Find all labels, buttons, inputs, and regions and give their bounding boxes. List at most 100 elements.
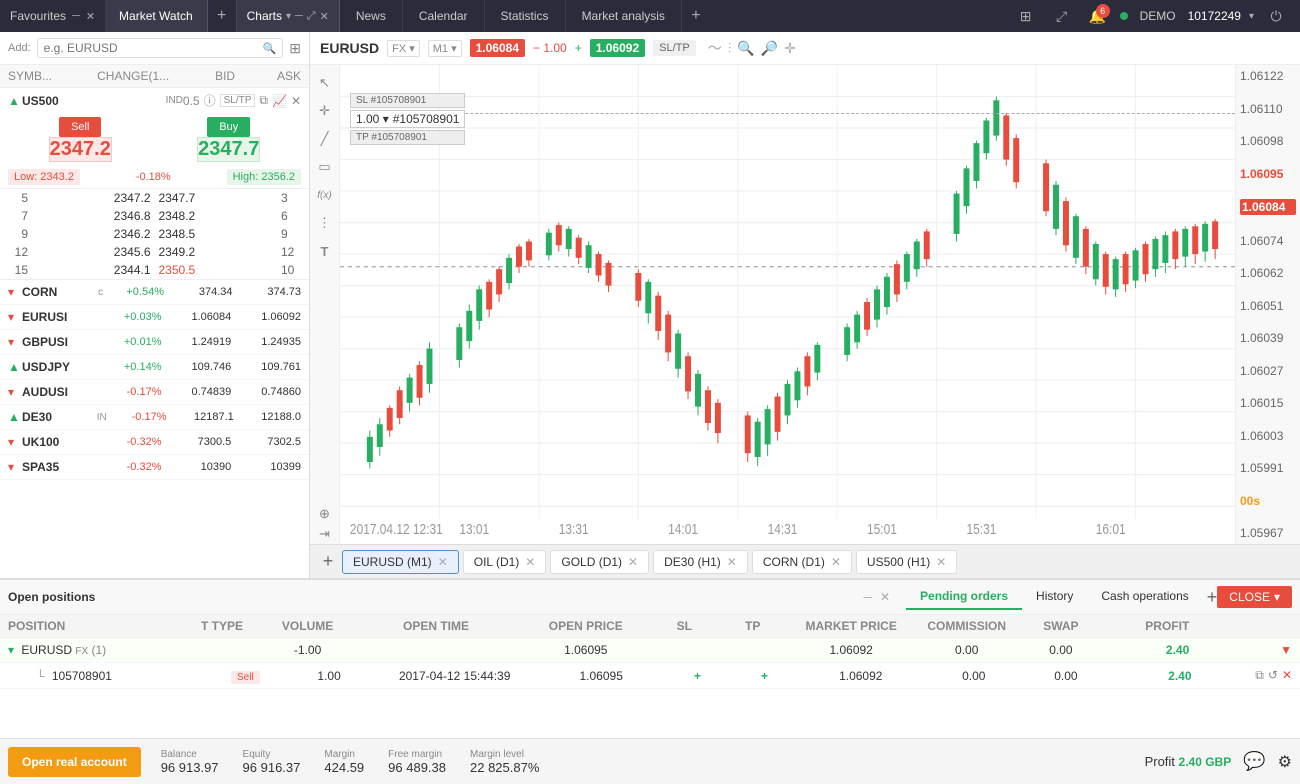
power-icon[interactable]: ⏻	[1262, 2, 1290, 30]
bottom-tab-cash[interactable]: Cash operations	[1087, 584, 1202, 610]
svg-text:16:01: 16:01	[1096, 521, 1126, 538]
rectangle-tool[interactable]: ▭	[315, 157, 335, 177]
chart-zoom-in-icon[interactable]: 🔎	[761, 40, 778, 57]
price-label-7: 1.06051	[1240, 299, 1296, 313]
add-tab-icon[interactable]: +	[1207, 587, 1218, 608]
us500-buy-button[interactable]: Buy	[207, 117, 250, 137]
add-tab-button[interactable]: +	[682, 0, 710, 32]
settings-icon[interactable]: ⚙	[1278, 752, 1292, 772]
svg-text:14:01: 14:01	[668, 521, 698, 538]
crosshair-tool[interactable]: ✛	[315, 101, 335, 121]
favourites-tab[interactable]: Favourites ─ ✕	[0, 0, 105, 32]
refresh-order-icon[interactable]: ↺	[1268, 668, 1278, 683]
chart-sl-tp-badge[interactable]: SL/TP	[653, 40, 696, 56]
grid-view-icon[interactable]: ⊞	[289, 40, 301, 57]
symbol-row-corn[interactable]: ▾ CORN c +0.54% 374.34 374.73	[0, 280, 309, 305]
us500-copy-icon[interactable]: ⧉	[259, 93, 268, 108]
eurusd-ask: 1.06092	[231, 311, 301, 323]
chat-icon[interactable]: 💬	[1243, 751, 1265, 772]
share-icon[interactable]: ⇥	[315, 524, 335, 544]
text-tool[interactable]: T	[315, 241, 335, 261]
tab-market-analysis[interactable]: Market analysis	[566, 0, 682, 32]
col-market-price: MARKET PRICE	[787, 619, 915, 633]
close-oil-tab[interactable]: ✕	[525, 555, 535, 569]
close-corn-tab[interactable]: ✕	[831, 555, 841, 569]
symbol-row-uk100[interactable]: ▾ UK100 -0.32% 7300.5 7302.5	[0, 430, 309, 455]
position-row-eurusd-parent[interactable]: ▾ EURUSD FX (1) -1.00 1.06095 1.06092 0.…	[0, 638, 1300, 663]
market-watch-tab[interactable]: Market Watch	[105, 0, 208, 32]
chart-indicator-icon[interactable]: ⫶	[728, 40, 732, 57]
bottom-tab-history[interactable]: History	[1022, 584, 1087, 610]
notifications-button[interactable]: 🔔 6	[1084, 2, 1112, 30]
chart-timeframe[interactable]: M1 ▾	[428, 40, 462, 57]
close-position-button[interactable]: CLOSE ▾	[1217, 586, 1292, 608]
tab-calendar[interactable]: Calendar	[403, 0, 485, 32]
label-tool[interactable]: f(x)	[315, 185, 335, 205]
charts-minimize-icon[interactable]: ─	[295, 10, 303, 22]
charts-dropdown-icon[interactable]: ▾	[286, 11, 291, 22]
us500-sell-button[interactable]: Sell	[59, 117, 101, 137]
chart-line-icon[interactable]: 〜	[708, 38, 722, 58]
chart-tab-eurusd[interactable]: EURUSD (M1) ✕	[342, 550, 459, 574]
symbol-row-eurusd[interactable]: ▾ EURUSI +0.03% 1.06084 1.06092	[0, 305, 309, 330]
price-label-14: 1.05967	[1240, 526, 1296, 540]
position-tp-child[interactable]: +	[731, 669, 798, 683]
chart-tab-corn[interactable]: CORN (D1) ✕	[752, 550, 852, 574]
depth-section: 5 2347.2 2347.7 3 7 2346.8 2348.2 6 9 23…	[0, 189, 309, 280]
minimize-icon[interactable]: ─	[72, 10, 80, 22]
symbol-row-de30[interactable]: ▲ DE30 IN -0.17% 12187.1 12188.0	[0, 405, 309, 430]
charts-tab[interactable]: Charts ▾ ─ ⤢ ✕	[237, 0, 340, 32]
expand-arrow-icon[interactable]: ▾	[8, 643, 14, 657]
symbol-row-spa35[interactable]: ▾ SPA35 -0.32% 10390 10399	[0, 455, 309, 480]
us500-volume: 0.5	[183, 94, 200, 108]
chart-tab-gold[interactable]: GOLD (D1) ✕	[550, 550, 649, 574]
us500-delete-icon[interactable]: ✕	[291, 94, 301, 108]
spa35-bid: 10390	[162, 461, 232, 473]
search-input[interactable]	[44, 41, 259, 55]
us500-chart-icon[interactable]: 📈	[272, 94, 287, 108]
charts-expand-icon[interactable]: ⤢	[307, 10, 316, 23]
symbol-row-usdjpy[interactable]: ▲ USDJPY +0.14% 109.746 109.761	[0, 355, 309, 380]
delete-order-icon[interactable]: ✕	[1282, 668, 1292, 683]
line-tool[interactable]: ╱	[315, 129, 335, 149]
symbol-search[interactable]: 🔍	[37, 38, 284, 58]
us500-info-icon[interactable]: ⓘ	[204, 92, 216, 109]
tab-news[interactable]: News	[340, 0, 403, 32]
charts-close-icon[interactable]: ✕	[320, 10, 329, 23]
gold-tab-label: GOLD (D1)	[561, 555, 622, 569]
account-dropdown-icon[interactable]: ▾	[1249, 11, 1254, 22]
add-panel-button[interactable]: +	[208, 7, 236, 25]
close-positions-icon[interactable]: ✕	[880, 590, 890, 604]
symbol-row-gbpusd[interactable]: ▾ GBPUSI +0.01% 1.24919 1.24935	[0, 330, 309, 355]
add-chart-button[interactable]: +	[314, 548, 342, 576]
chart-tab-oil[interactable]: OIL (D1) ✕	[463, 550, 547, 574]
close-icon[interactable]: ✕	[86, 10, 95, 23]
us500-sl-tp[interactable]: SL/TP	[220, 94, 256, 107]
action-arrow-icon[interactable]: ▼	[1280, 643, 1292, 657]
minimize-positions-icon[interactable]: ─	[863, 590, 872, 604]
bottom-tab-pending[interactable]: Pending orders	[906, 584, 1022, 610]
chart-crosshair-icon[interactable]: ✛	[784, 40, 796, 57]
col-change: CHANGE(1...	[96, 69, 169, 83]
close-us500-tab[interactable]: ✕	[936, 555, 946, 569]
chart-tab-us500[interactable]: US500 (H1) ✕	[856, 550, 957, 574]
fibonacci-tool[interactable]: ⋮	[315, 213, 335, 233]
chart-zoom-out-icon[interactable]: 🔍	[737, 40, 754, 57]
position-row-eurusd-child[interactable]: └ 105708901 Sell 1.00 2017-04-12 15:44:3…	[0, 663, 1300, 689]
close-dropdown-icon[interactable]: ▾	[1274, 590, 1280, 604]
close-eurusd-tab[interactable]: ✕	[438, 555, 448, 569]
open-real-account-button[interactable]: Open real account	[8, 747, 141, 777]
chart-tab-de30[interactable]: DE30 (H1) ✕	[653, 550, 748, 574]
position-sl-child[interactable]: +	[664, 669, 731, 683]
position-action-child: ⧉ ↺ ✕	[1192, 668, 1292, 683]
close-de30-tab[interactable]: ✕	[727, 555, 737, 569]
cursor-tool[interactable]: ↖	[315, 73, 335, 93]
layers-icon[interactable]: ⊕	[315, 504, 335, 524]
expand-icon[interactable]: ⤢	[1048, 2, 1076, 30]
layout-icon[interactable]: ⊞	[1012, 2, 1040, 30]
de30-arrow-icon: ▲	[8, 410, 18, 424]
close-gold-tab[interactable]: ✕	[628, 555, 638, 569]
symbol-row-audusd[interactable]: ▾ AUDUSI -0.17% 0.74839 0.74860	[0, 380, 309, 405]
tab-statistics[interactable]: Statistics	[485, 0, 566, 32]
copy-order-icon[interactable]: ⧉	[1255, 668, 1264, 683]
